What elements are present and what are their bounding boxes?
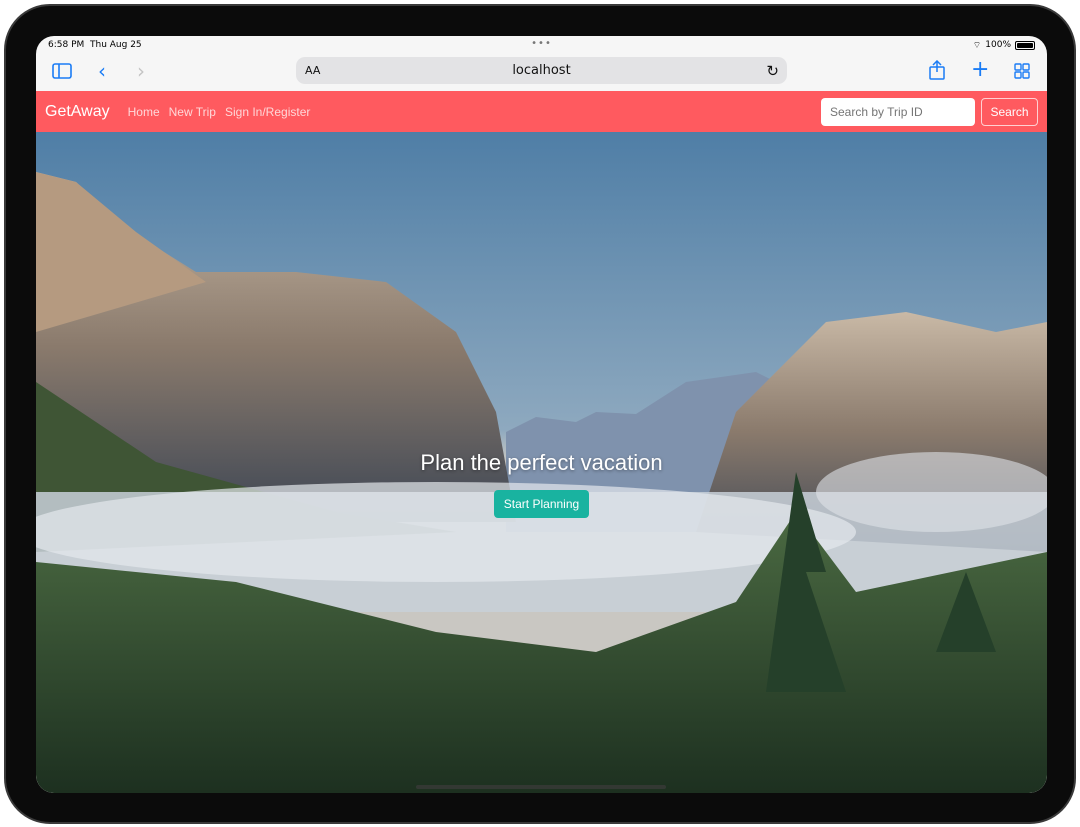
nav-home[interactable]: Home	[128, 105, 160, 119]
forward-icon[interactable]: ›	[137, 61, 145, 81]
nav-sign-in[interactable]: Sign In/Register	[225, 105, 310, 119]
nav-new-trip[interactable]: New Trip	[169, 105, 216, 119]
tabs-overview-icon[interactable]	[1014, 62, 1030, 82]
hero-section: Plan the perfect vacation Start Planning	[36, 132, 1047, 793]
brand-logo[interactable]: GetAway	[45, 103, 110, 121]
search-button[interactable]: Search	[981, 98, 1038, 126]
screen: 6:58 PM Thu Aug 25 ••• ⌔ 100% ‹ › AA loc…	[36, 36, 1047, 793]
browser-toolbar: ‹ › AA localhost ↻ +	[36, 54, 1047, 91]
site-navbar: GetAway Home New Trip Sign In/Register S…	[36, 91, 1047, 132]
battery-percent: 100%	[985, 40, 1011, 50]
status-time: 6:58 PM	[48, 40, 85, 50]
start-planning-button[interactable]: Start Planning	[494, 490, 589, 518]
address-bar[interactable]: AA localhost ↻	[296, 57, 787, 84]
status-bar: 6:58 PM Thu Aug 25 ••• ⌔ 100%	[36, 36, 1047, 54]
new-tab-icon[interactable]: +	[971, 59, 989, 81]
wifi-icon: ⌔	[972, 40, 982, 51]
status-date: Thu Aug 25	[90, 40, 142, 50]
hero-title: Plan the perfect vacation	[420, 450, 663, 475]
text-size-button[interactable]: AA	[305, 64, 320, 77]
multitasking-dots-icon[interactable]: •••	[531, 38, 552, 49]
battery-icon	[1015, 40, 1035, 50]
share-icon[interactable]	[929, 59, 945, 83]
trip-id-search-input[interactable]	[821, 98, 975, 126]
reload-icon[interactable]: ↻	[766, 62, 779, 80]
back-icon[interactable]: ‹	[98, 61, 106, 81]
url-text: localhost	[512, 63, 571, 78]
sidebar-icon[interactable]	[52, 62, 72, 82]
home-indicator[interactable]	[416, 785, 666, 789]
